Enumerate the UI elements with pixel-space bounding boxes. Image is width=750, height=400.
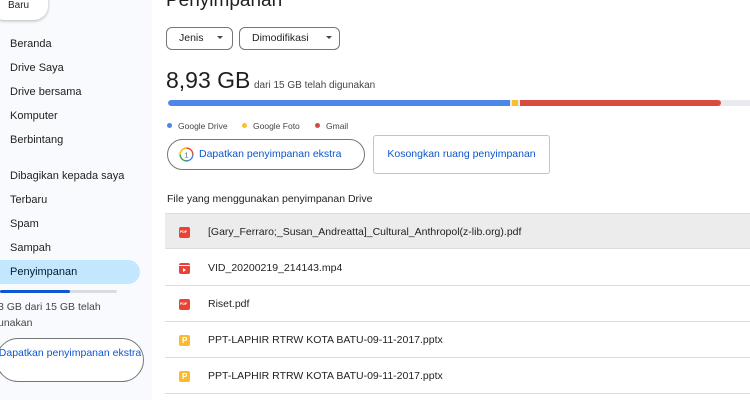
file-name: PPT-LAPHIR RTRW KOTA BATU-09-11-2017.ppt… — [208, 370, 443, 382]
chevron-down-icon — [217, 36, 223, 39]
sidebar-item-computers[interactable]: Komputer — [0, 104, 140, 128]
sidebar-item-trash[interactable]: Sampah — [0, 236, 140, 260]
filter-modified-label: Dimodifikasi — [252, 32, 309, 44]
file-name: [Gary_Ferraro;_Susan_Andreatta]_Cultural… — [208, 226, 522, 238]
legend-label: Gmail — [326, 121, 349, 131]
slides-icon — [179, 335, 190, 346]
new-button-label: Baru — [8, 0, 30, 11]
storage-usage-bar — [168, 100, 750, 106]
filter-type-chip[interactable]: Jenis — [166, 27, 233, 50]
get-extra-storage-label: Dapatkan penyimpanan ekstra — [199, 148, 342, 160]
get-more-storage-button[interactable]: Dapatkan penyimpanan ekstra — [0, 338, 144, 382]
filter-modified-chip[interactable]: Dimodifikasi — [239, 27, 340, 50]
file-name: Riset.pdf — [208, 298, 250, 310]
file-name: VID_20200219_214143.mp4 — [208, 262, 343, 274]
page-title: Penyimpanan — [166, 0, 283, 11]
sidebar-item-home[interactable]: Beranda — [0, 32, 140, 56]
sidebar-item-starred[interactable]: Berbintang — [0, 128, 140, 152]
pdf-icon — [179, 299, 190, 310]
filter-type-label: Jenis — [179, 32, 204, 44]
usage-segment-google-photos — [512, 100, 518, 106]
legend-label: Google Foto — [253, 121, 300, 131]
storage-quota-bar — [0, 290, 117, 293]
sidebar: Baru Beranda Drive Saya Drive bersama Ko… — [0, 0, 152, 400]
legend-dot-icon — [242, 123, 247, 128]
slides-icon — [179, 371, 190, 382]
video-icon — [179, 263, 190, 274]
usage-segment-google-drive — [168, 100, 510, 106]
file-row[interactable]: VID_20200219_214143.mp4 — [165, 250, 750, 286]
file-row[interactable]: [Gary_Ferraro;_Susan_Andreatta]_Cultural… — [165, 213, 750, 249]
sidebar-item-shared-drives[interactable]: Drive bersama — [0, 80, 140, 104]
sidebar-item-my-drive[interactable]: Drive Saya — [0, 56, 140, 80]
storage-quota-text: 3 GB dari 15 GB telah unakan — [0, 301, 101, 329]
storage-total-text: dari 15 GB telah digunakan — [254, 80, 376, 91]
storage-quota-fill — [0, 290, 70, 293]
file-row[interactable]: PPT-LAPHIR RTRW KOTA BATU-09-11-2017.ppt… — [165, 322, 750, 358]
legend-google-photos: Google Foto — [242, 121, 300, 131]
chevron-down-icon — [326, 36, 332, 39]
pdf-icon — [179, 227, 190, 238]
get-extra-storage-button[interactable]: 1 Dapatkan penyimpanan ekstra — [167, 139, 365, 170]
legend-dot-icon — [167, 123, 172, 128]
sidebar-item-storage[interactable]: Penyimpanan — [0, 260, 140, 284]
legend-google-drive: Google Drive — [167, 121, 228, 131]
free-up-storage-button[interactable]: Kosongkan ruang penyimpanan — [373, 135, 550, 174]
main-content: Penyimpanan Jenis Dimodifikasi 8,93 GB d… — [152, 0, 750, 400]
file-row[interactable]: Riset.pdf — [165, 286, 750, 322]
sidebar-item-shared-with-me[interactable]: Dibagikan kepada saya — [0, 164, 140, 188]
legend-label: Google Drive — [178, 121, 228, 131]
legend-dot-icon — [315, 123, 320, 128]
google-one-icon: 1 — [179, 147, 194, 162]
file-list-heading: File yang menggunakan penyimpanan Drive — [167, 193, 373, 205]
storage-used-value: 8,93 GB — [166, 67, 251, 93]
new-button[interactable]: Baru — [0, 0, 48, 20]
file-row[interactable]: PPT-LAPHIR RTRW KOTA BATU-09-11-2017.ppt… — [165, 358, 750, 394]
file-name: PPT-LAPHIR RTRW KOTA BATU-09-11-2017.ppt… — [208, 334, 443, 346]
usage-segment-gmail — [520, 100, 721, 106]
sidebar-item-spam[interactable]: Spam — [0, 212, 140, 236]
svg-text:1: 1 — [184, 150, 188, 159]
sidebar-item-recent[interactable]: Terbaru — [0, 188, 140, 212]
legend-gmail: Gmail — [315, 121, 348, 131]
